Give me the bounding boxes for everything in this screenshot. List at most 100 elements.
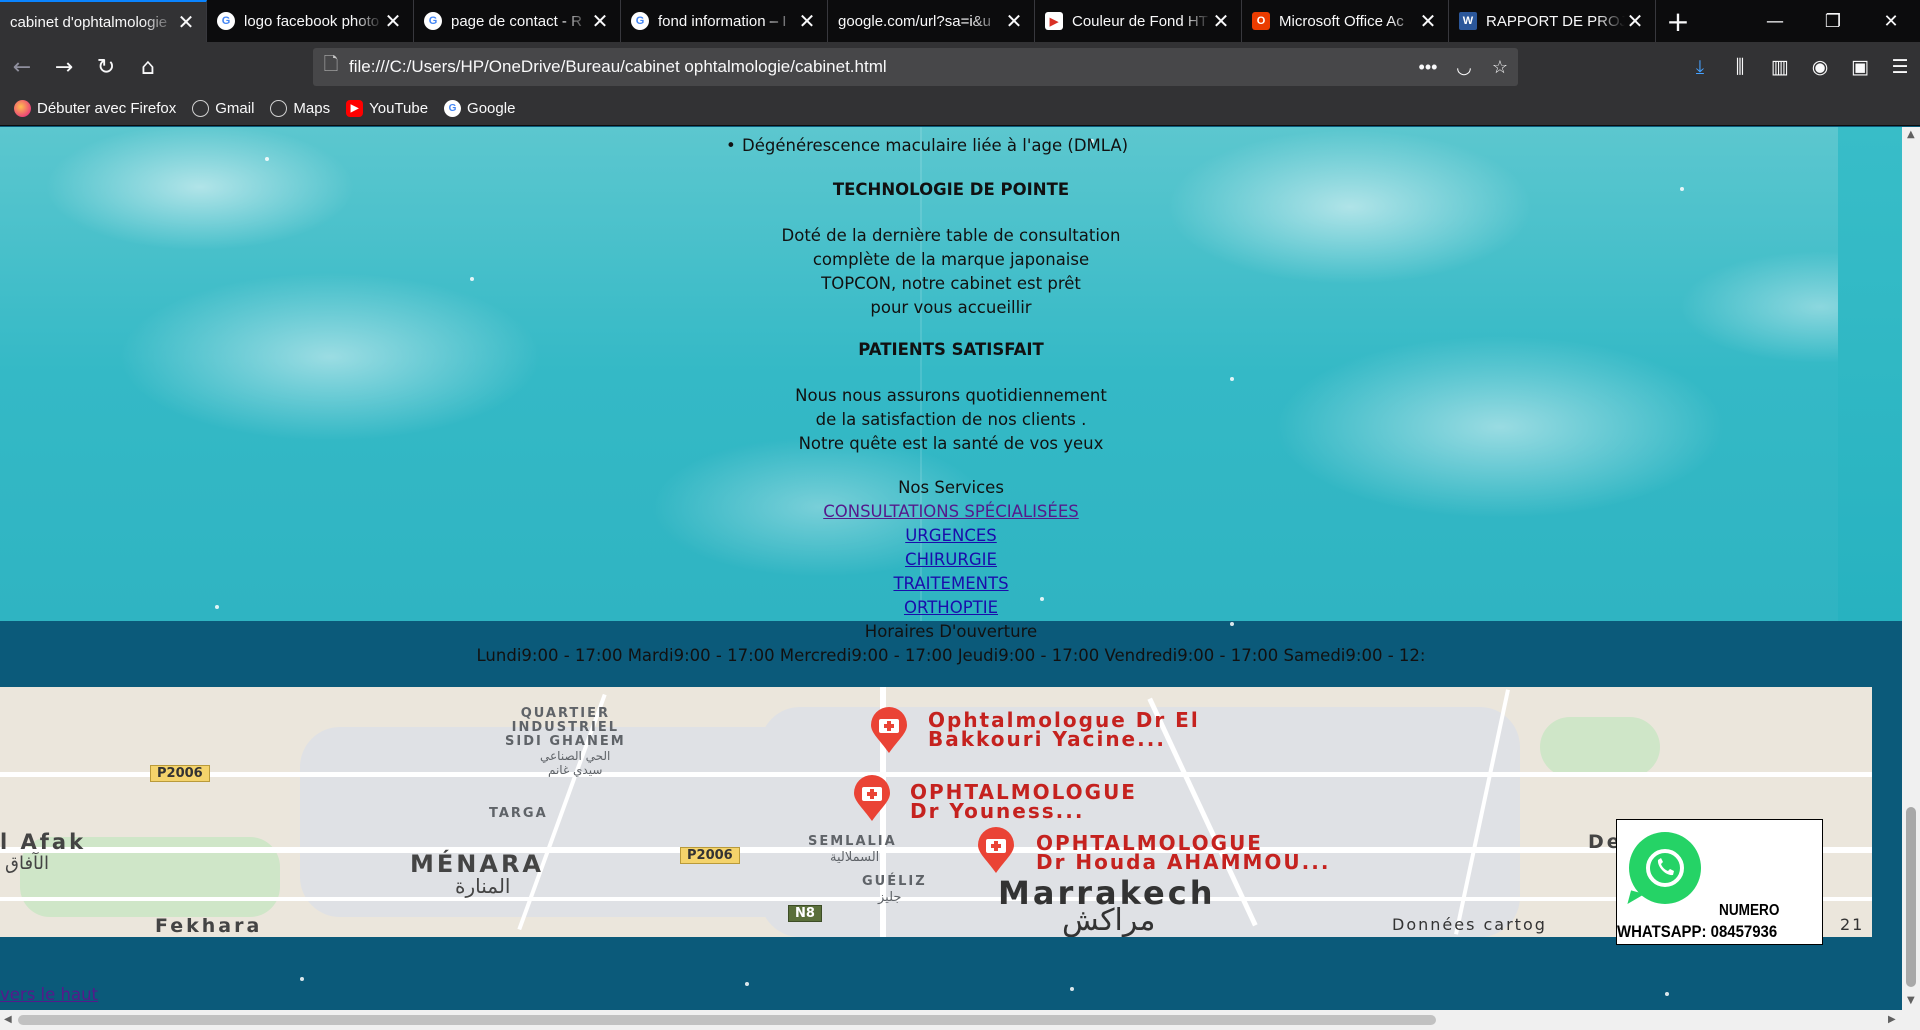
account-icon[interactable]: ◉ (1800, 56, 1840, 78)
page-actions-icon[interactable]: ••• (1410, 57, 1446, 78)
star-decoration (265, 157, 269, 161)
vertical-scrollbar[interactable]: ▲ ▼ (1902, 127, 1920, 1010)
tab-cabinet[interactable]: cabinet d'ophtalmologie ✕ (0, 0, 207, 42)
map-embed[interactable]: QUARTIER INDUSTRIEL SIDI GHANEM الحي الص… (0, 687, 1872, 937)
bookmark-youtube[interactable]: ▶ YouTube (346, 100, 428, 117)
service-link-chirurgie[interactable]: CHIRURGIE (905, 550, 997, 569)
bookmark-label: Gmail (215, 100, 255, 117)
close-icon[interactable]: ✕ (383, 9, 403, 34)
map-place-label[interactable]: Dr Houda AHAMMOU... (1036, 852, 1330, 872)
tab-label: google.com/url?sa=i&u (838, 12, 992, 30)
close-window-icon[interactable]: ✕ (1862, 0, 1920, 42)
restore-icon[interactable]: ❐ (1804, 0, 1862, 42)
minimize-icon[interactable]: — (1746, 0, 1804, 42)
bookmark-gmail[interactable]: Gmail (192, 100, 254, 117)
close-icon[interactable]: ✕ (176, 10, 196, 35)
map-road (0, 772, 1872, 777)
close-icon[interactable]: ✕ (797, 9, 817, 34)
horizontal-scroll-thumb[interactable] (18, 1015, 1436, 1025)
whatsapp-icon (1629, 832, 1701, 904)
map-label-quartier-ar: الحي الصناعي سيدي غانم (540, 749, 611, 777)
bookmark-firefox[interactable]: Débuter avec Firefox (14, 100, 176, 117)
close-icon[interactable]: ✕ (1418, 9, 1438, 34)
star-decoration (1230, 377, 1234, 381)
close-icon[interactable]: ✕ (1004, 9, 1024, 34)
firefox-icon (14, 100, 31, 117)
library-icon[interactable]: ⫼ (1720, 56, 1760, 78)
service-link-consultations[interactable]: CONSULTATIONS SPÉCIALISÉES (823, 502, 1079, 521)
map-label-afak: l Afak (0, 830, 87, 854)
google-icon: G (631, 12, 649, 30)
url-text[interactable]: file:///C:/Users/HP/OneDrive/Bureau/cabi… (349, 57, 1410, 77)
bookmark-label: Maps (293, 100, 331, 117)
address-bar[interactable]: 🗋 file:///C:/Users/HP/OneDrive/Bureau/ca… (313, 48, 1518, 86)
globe-icon (192, 100, 210, 117)
tab-logo-facebook[interactable]: G logo facebook photo ✕ (207, 0, 414, 42)
map-park (1540, 717, 1660, 777)
bookmark-star-icon[interactable]: ☆ (1482, 57, 1518, 78)
map-label-menara-ar: المنارة (455, 874, 511, 898)
patients-line: Nous nous assurons quotidiennement (795, 386, 1107, 405)
map-place-label[interactable]: Dr Youness... (910, 801, 1084, 821)
new-tab-button[interactable]: + (1656, 0, 1700, 42)
service-link-traitements[interactable]: TRAITEMENTS (893, 574, 1008, 593)
google-icon: G (217, 12, 235, 30)
map-label-marrakech-ar: مراكش (1062, 903, 1156, 937)
star-decoration (745, 982, 749, 986)
home-icon[interactable]: ⌂ (128, 49, 168, 85)
tab-rapport-projet[interactable]: W RAPPORT DE PROJE ✕ (1449, 0, 1656, 42)
map-place-label[interactable]: Bakkouri Yacine... (928, 729, 1166, 749)
map-pin-icon[interactable] (848, 775, 896, 823)
office-icon: O (1252, 12, 1270, 30)
tech-line: TOPCON, notre cabinet est prêt (821, 274, 1081, 293)
back-arrow-icon[interactable]: ← (2, 49, 42, 85)
extension-icon[interactable]: ▣ (1840, 56, 1880, 78)
map-pin-icon[interactable] (972, 827, 1020, 875)
google-icon: G (444, 100, 462, 117)
map-road-tag: P2006 (150, 765, 210, 782)
reload-icon[interactable]: ↻ (86, 49, 126, 85)
scroll-up-icon[interactable]: ▲ (1907, 129, 1915, 140)
vertical-scroll-thumb[interactable] (1906, 807, 1916, 987)
tab-label: Microsoft Office Ac (1279, 12, 1404, 30)
sidebar-icon[interactable]: ▥ (1760, 56, 1800, 78)
map-credit-year: 21 (1840, 915, 1865, 934)
map-label-semlalia-ar: السملالية (830, 850, 880, 865)
back-to-top-link[interactable]: vers le haut (0, 985, 98, 1004)
page-viewport: Dégénérescence maculaire liée à l'age (D… (0, 127, 1902, 1010)
forward-arrow-icon[interactable]: → (44, 49, 84, 85)
horizontal-scrollbar[interactable]: ◀ ▶ (0, 1010, 1902, 1030)
services-title: Nos Services (898, 478, 1004, 497)
tab-label: RAPPORT DE PROJE (1486, 12, 1625, 30)
close-icon[interactable]: ✕ (1625, 9, 1645, 34)
map-credit: Données cartog (1392, 915, 1547, 934)
globe-icon (270, 100, 288, 117)
word-icon: W (1459, 12, 1477, 30)
tab-page-contact[interactable]: G page de contact - R ✕ (414, 0, 621, 42)
window-controls: — ❐ ✕ (1746, 0, 1920, 42)
scroll-down-icon[interactable]: ▼ (1907, 995, 1915, 1006)
bookmark-google[interactable]: G Google (444, 100, 515, 117)
bookmark-label: Google (467, 100, 516, 117)
bookmark-maps[interactable]: Maps (270, 100, 330, 117)
tab-couleur-fond[interactable]: ▶ Couleur de Fond HT ✕ (1035, 0, 1242, 42)
star-decoration (300, 977, 304, 981)
tab-microsoft-office[interactable]: O Microsoft Office Ac ✕ (1242, 0, 1449, 42)
menu-icon[interactable]: ☰ (1880, 56, 1920, 78)
tab-fond-information[interactable]: G fond information – I ✕ (621, 0, 828, 42)
patients-heading: PATIENTS SATISFAIT (858, 340, 1044, 359)
whatsapp-box[interactable]: NUMERO WHATSAPP: 08457936 (1616, 819, 1823, 945)
close-icon[interactable]: ✕ (1211, 9, 1231, 34)
download-icon[interactable]: ⤓ (1680, 56, 1720, 78)
tab-google-url[interactable]: google.com/url?sa=i&u ✕ (828, 0, 1035, 42)
scroll-right-icon[interactable]: ▶ (1888, 1014, 1896, 1025)
tech-line: complète de la marque japonaise (812, 250, 1090, 269)
scroll-left-icon[interactable]: ◀ (4, 1014, 12, 1025)
service-link-urgences[interactable]: URGENCES (905, 526, 997, 545)
service-link-orthoptie[interactable]: ORTHOPTIE (904, 598, 998, 617)
pocket-icon[interactable]: ◡ (1446, 57, 1482, 78)
map-label-gueliz-ar: جليز (878, 890, 902, 905)
map-pin-icon[interactable] (865, 707, 913, 755)
close-icon[interactable]: ✕ (590, 9, 610, 34)
bullet-item: Dégénérescence maculaire liée à l'age (D… (726, 136, 1128, 155)
